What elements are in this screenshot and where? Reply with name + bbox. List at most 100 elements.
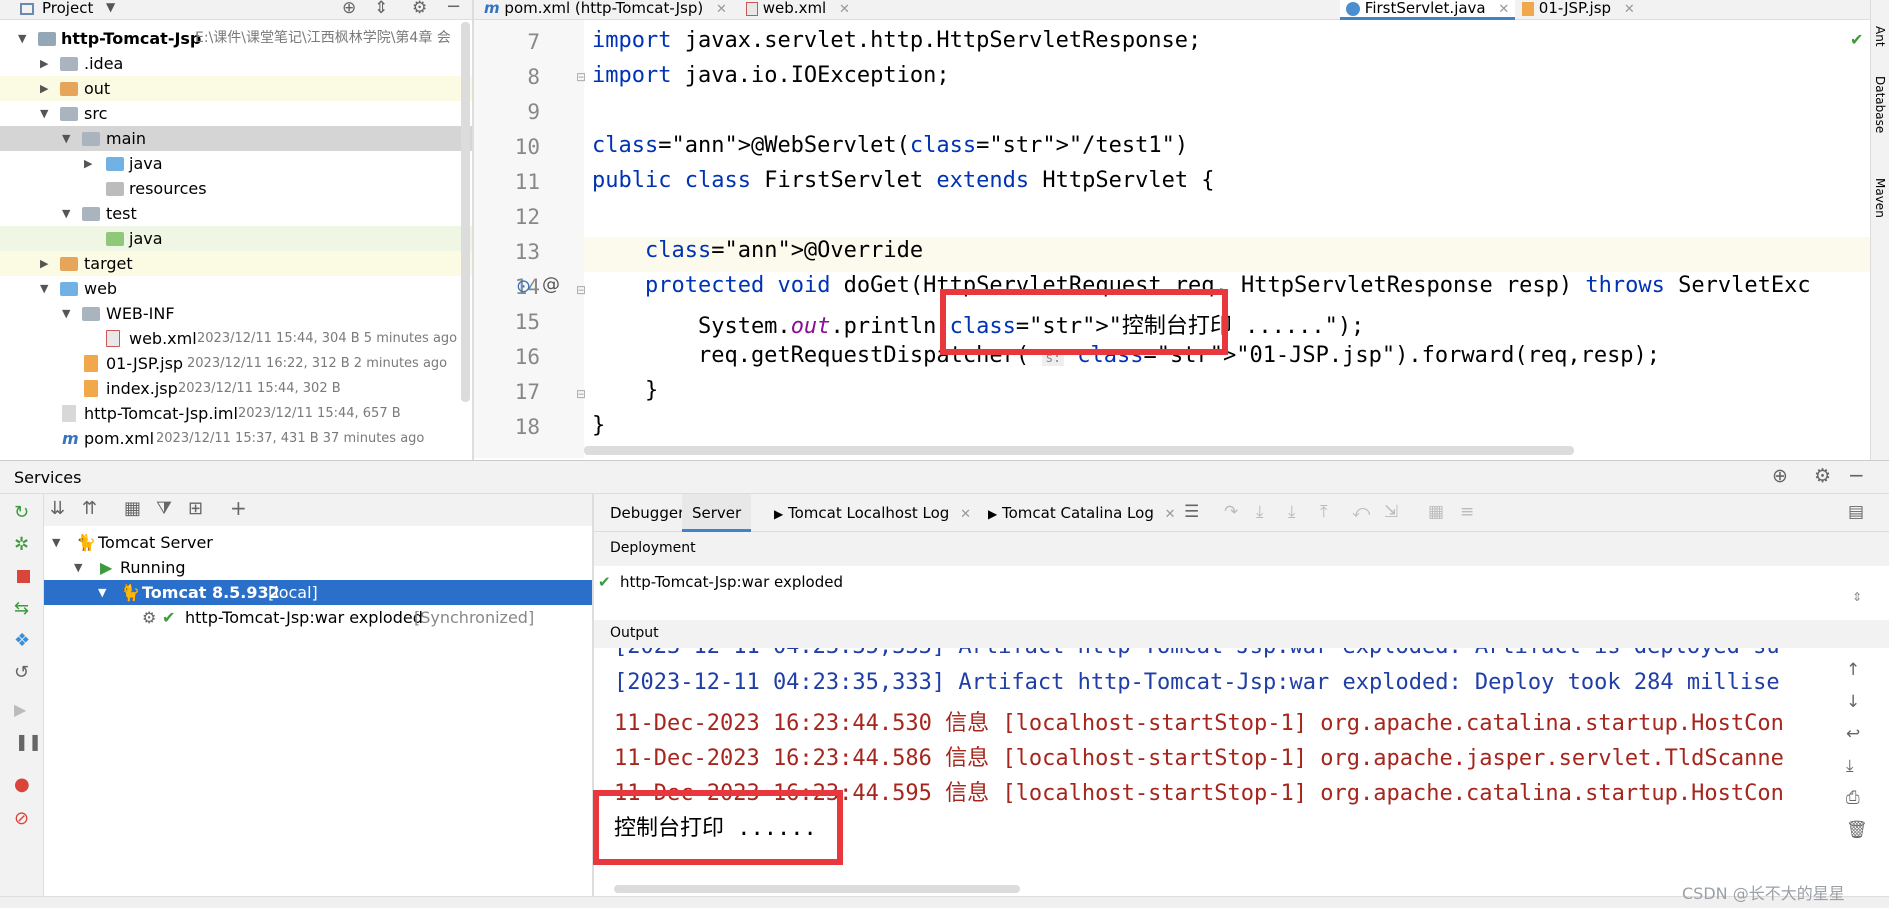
tree-item-resources[interactable]: resources bbox=[0, 176, 472, 201]
console-hscrollbar[interactable] bbox=[614, 885, 1020, 893]
tab-server[interactable]: Server bbox=[682, 494, 752, 532]
collapse-all-icon[interactable]: ⇕ bbox=[374, 0, 388, 18]
deploy-icon[interactable]: ❖ bbox=[14, 630, 30, 651]
arrow-down-icon[interactable]: ↓ bbox=[1846, 692, 1860, 712]
tree-item-tomcat-server[interactable]: ▼ 🐈 Tomcat Server bbox=[44, 530, 594, 555]
code-line[interactable]: import javax.servlet.http.HttpServletRes… bbox=[592, 28, 1201, 53]
scroll-to-end-icon[interactable]: ⤓ bbox=[1846, 756, 1854, 776]
deployment-item[interactable]: ✔ http-Tomcat-Jsp:war exploded bbox=[594, 567, 1834, 597]
chevron-down-icon[interactable]: ▼ bbox=[40, 101, 48, 126]
fold-icon[interactable]: ⊟ bbox=[576, 70, 586, 84]
new-tab-icon[interactable]: ⊞ bbox=[188, 498, 203, 519]
chevron-down-icon[interactable]: ▼ bbox=[62, 201, 70, 226]
fold-icon[interactable]: ⊟ bbox=[576, 283, 586, 297]
tree-item-web[interactable]: ▼ web bbox=[0, 276, 472, 301]
evaluate-icon[interactable]: ▦ bbox=[1428, 502, 1444, 522]
tree-item-main[interactable]: ▼ main bbox=[0, 126, 472, 151]
code-line[interactable]: public class FirstServlet extends HttpSe… bbox=[592, 168, 1215, 193]
expand-all-icon[interactable]: ⇊ bbox=[50, 498, 65, 519]
annotation-gutter-icon[interactable]: @ bbox=[542, 274, 560, 295]
chevron-down-icon[interactable]: ▼ bbox=[18, 26, 26, 51]
chevron-right-icon[interactable]: ▶ bbox=[40, 51, 48, 76]
minimize-icon[interactable]: − bbox=[446, 0, 461, 17]
tree-item-src[interactable]: ▼ src bbox=[0, 101, 472, 126]
project-scrollbar[interactable] bbox=[461, 22, 470, 402]
add-icon[interactable]: + bbox=[230, 496, 247, 520]
step-over-icon[interactable]: ↷ bbox=[1224, 502, 1238, 522]
drop-frame-icon[interactable]: ⤺ bbox=[1352, 502, 1370, 522]
tree-item-running[interactable]: ▼ ▶ Running bbox=[44, 555, 594, 580]
tree-item-java[interactable]: ▶ java bbox=[0, 151, 472, 176]
tree-item-01-jsp[interactable]: 01-JSP.jsp 2023/12/11 16:22, 312 B 2 min… bbox=[0, 351, 472, 376]
tab-pom-xml[interactable]: m pom.xml (http-Tomcat-Jsp) ✕ bbox=[484, 0, 727, 20]
tree-item-idea[interactable]: ▶ .idea bbox=[0, 51, 472, 76]
tree-item-out[interactable]: ▶ out bbox=[0, 76, 472, 101]
filter-icon[interactable]: ⧩ bbox=[156, 498, 172, 519]
step-out-icon[interactable]: ⤒ bbox=[1320, 502, 1328, 522]
chevron-right-icon[interactable]: ▶ bbox=[40, 251, 48, 276]
print-icon[interactable]: ⎙ bbox=[1846, 788, 1860, 808]
rerun-icon[interactable]: ↻ bbox=[14, 502, 29, 523]
tree-item-tomcat-instance[interactable]: ▼ 🐈 Tomcat 8.5.932 [local] bbox=[44, 580, 594, 605]
trash-icon[interactable]: 🗑 bbox=[1846, 820, 1868, 840]
tree-item-test-java[interactable]: java bbox=[0, 226, 472, 251]
close-icon[interactable]: ✕ bbox=[1624, 2, 1635, 17]
run-to-cursor-icon[interactable]: ⇲ bbox=[1384, 502, 1398, 522]
code-line[interactable]: class="ann">@Override bbox=[592, 238, 923, 263]
locate-icon[interactable]: ⊕ bbox=[1772, 465, 1788, 487]
tree-item-project-root[interactable]: ▼ http-Tomcat-Jsp E:\课件\课堂笔记\江西枫林学院\第4章 … bbox=[0, 26, 472, 51]
fold-icon[interactable]: ⊟ bbox=[576, 387, 586, 401]
tab-tomcat-catalina-log[interactable]: ▶ Tomcat Catalina Log ✕ bbox=[988, 494, 1176, 532]
tab-first-servlet-java[interactable]: FirstServlet.java ✕ bbox=[1340, 0, 1516, 20]
gear-icon[interactable]: ⚙ bbox=[412, 0, 427, 18]
trace-icon[interactable]: ≡ bbox=[1460, 502, 1474, 522]
tree-item-artifact[interactable]: ⚙ ✔ http-Tomcat-Jsp:war exploded [Synchr… bbox=[44, 605, 594, 630]
tree-item-iml[interactable]: http-Tomcat-Jsp.iml 2023/12/11 15:44, 65… bbox=[0, 401, 472, 426]
tree-item-index-jsp[interactable]: index.jsp 2023/12/11 15:44, 302 B bbox=[0, 376, 472, 401]
tree-item-pom-xml[interactable]: m pom.xml 2023/12/11 15:37, 431 B 37 min… bbox=[0, 426, 472, 451]
soft-wrap-icon[interactable]: ↩ bbox=[1846, 724, 1860, 744]
chevron-down-icon[interactable]: ▼ bbox=[98, 580, 106, 605]
chevron-right-icon[interactable]: ▶ bbox=[84, 151, 92, 176]
tool-window-maven[interactable]: Maven bbox=[1873, 178, 1887, 218]
step-into-icon[interactable]: ⤓ bbox=[1256, 502, 1264, 522]
tab-01-jsp[interactable]: 01-JSP.jsp ✕ bbox=[1522, 0, 1635, 20]
code-line[interactable]: } bbox=[592, 378, 658, 403]
locate-icon[interactable]: ⊕ bbox=[342, 0, 356, 18]
editor-hscrollbar[interactable] bbox=[584, 446, 1574, 455]
chevron-down-icon[interactable]: ▼ bbox=[62, 301, 70, 326]
chevron-down-icon[interactable]: ▼ bbox=[62, 126, 70, 151]
pause-icon[interactable]: ❚❚ bbox=[15, 732, 42, 751]
code-line[interactable]: class="ann">@WebServlet(class="str">"/te… bbox=[592, 133, 1188, 158]
group-by-icon[interactable]: ▦ bbox=[124, 498, 141, 519]
menu-icon[interactable]: ☰ bbox=[1184, 502, 1199, 522]
expand-icon[interactable]: ⇕ bbox=[1852, 590, 1862, 604]
minimize-icon[interactable]: − bbox=[1848, 463, 1865, 487]
override-method-icon[interactable]: ⊙ bbox=[516, 276, 531, 297]
debug-icon[interactable]: ✲ bbox=[14, 534, 29, 555]
tool-window-ant[interactable]: Ant bbox=[1873, 26, 1887, 47]
chevron-right-icon[interactable]: ▶ bbox=[40, 76, 48, 101]
stop-icon[interactable] bbox=[17, 570, 30, 583]
arrow-up-icon[interactable]: ↑ bbox=[1846, 660, 1860, 680]
code-line[interactable]: import java.io.IOException; bbox=[592, 63, 950, 88]
resume-icon[interactable]: ▶ bbox=[14, 700, 26, 719]
tree-item-web-xml[interactable]: web.xml 2023/12/11 15:44, 304 B 5 minute… bbox=[0, 326, 472, 351]
collapse-all-icon[interactable]: ⇈ bbox=[82, 498, 97, 519]
update-app-icon[interactable]: ⇆ bbox=[14, 598, 29, 619]
project-panel-title[interactable]: Project bbox=[42, 0, 93, 17]
refresh-icon[interactable]: ↺ bbox=[14, 662, 29, 683]
tree-item-target[interactable]: ▶ target bbox=[0, 251, 472, 276]
tool-window-database[interactable]: Database bbox=[1873, 76, 1887, 133]
mute-breakpoints-icon[interactable]: ⊘ bbox=[14, 808, 29, 829]
code-line[interactable]: } bbox=[592, 413, 605, 438]
force-step-into-icon[interactable]: ⤓ bbox=[1288, 502, 1296, 522]
tab-debugger[interactable]: Debugger bbox=[610, 494, 684, 532]
chevron-down-icon[interactable]: ▼ bbox=[40, 276, 48, 301]
tree-item-web-inf[interactable]: ▼ WEB-INF bbox=[0, 301, 472, 326]
close-icon[interactable]: ✕ bbox=[716, 2, 727, 17]
close-icon[interactable]: ✕ bbox=[1165, 507, 1176, 522]
chevron-down-icon[interactable]: ▼ bbox=[74, 555, 82, 580]
tree-item-test[interactable]: ▼ test bbox=[0, 201, 472, 226]
breakpoints-icon[interactable]: ● bbox=[14, 774, 30, 795]
